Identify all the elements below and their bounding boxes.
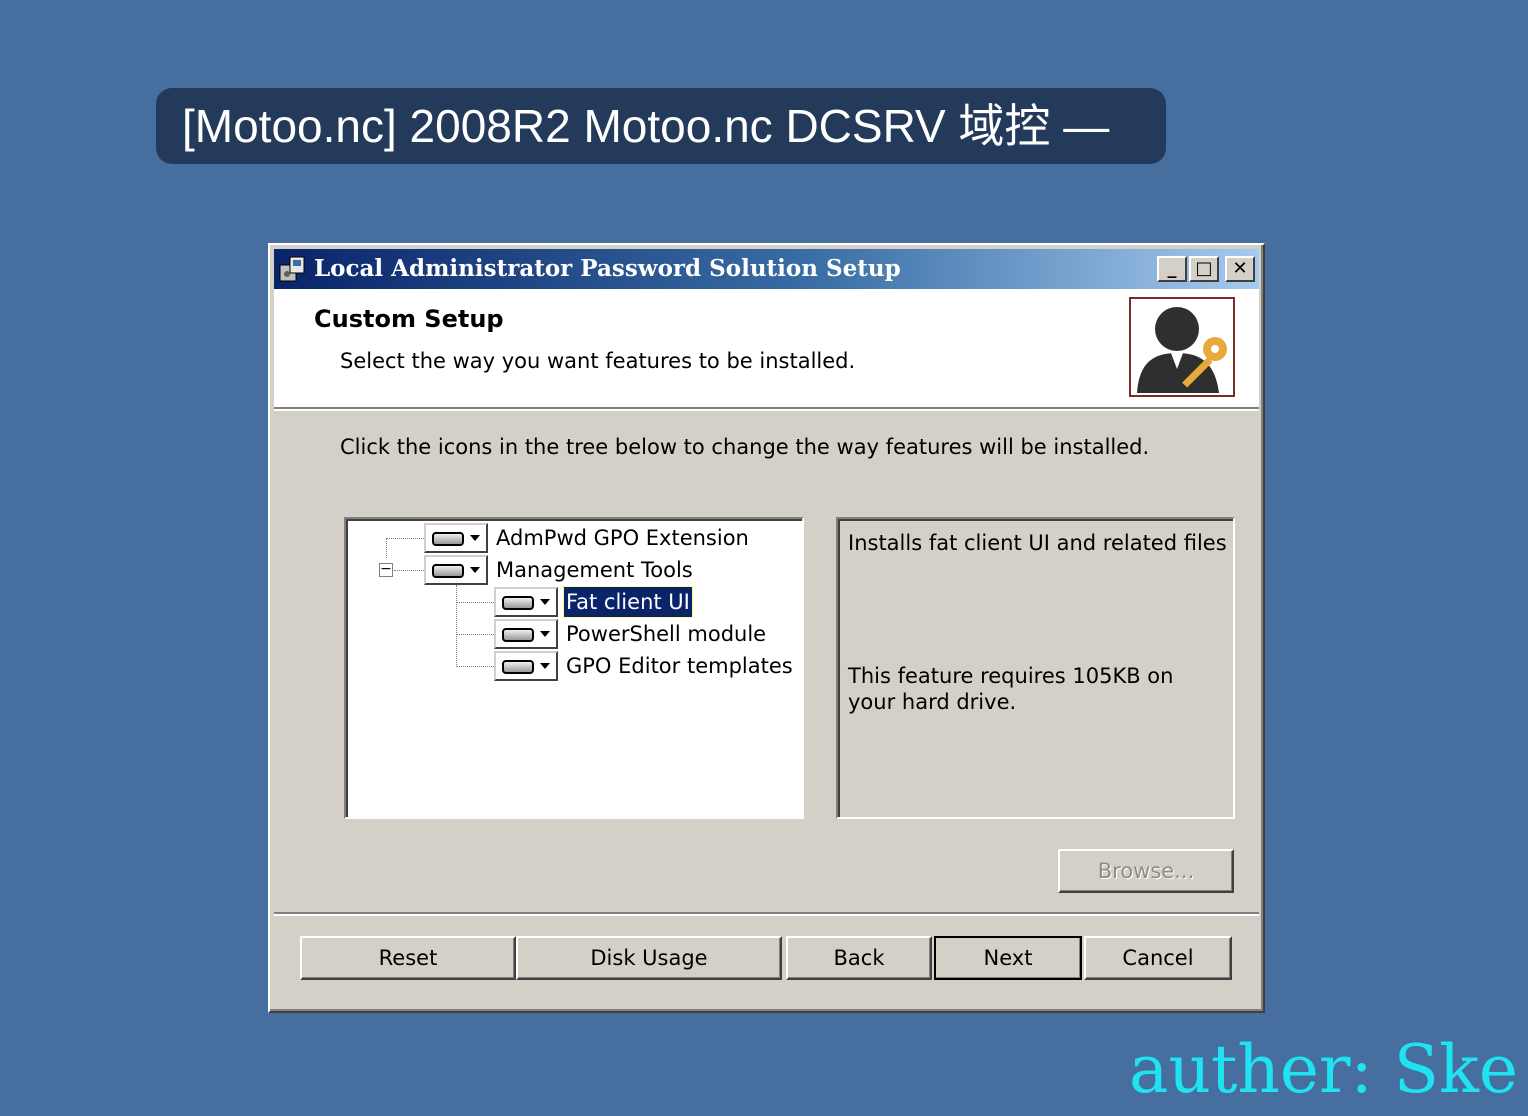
- minimize-button[interactable]: _: [1157, 256, 1187, 282]
- tree-item-admpwd-gpo-extension[interactable]: AdmPwd GPO Extension: [496, 523, 749, 553]
- hard-drive-icon: [502, 596, 534, 610]
- header-separator: [274, 407, 1259, 411]
- browse-button[interactable]: Browse...: [1058, 849, 1234, 893]
- tree-item-powershell-module[interactable]: PowerShell module: [566, 619, 766, 649]
- hard-drive-icon: [502, 628, 534, 642]
- window-title: Local Administrator Password Solution Se…: [314, 255, 901, 282]
- back-button[interactable]: Back: [786, 936, 932, 980]
- tree-connector: [456, 666, 494, 667]
- feature-description-panel: Installs fat client UI and related files…: [836, 517, 1235, 819]
- author-watermark: auther: Ske: [1129, 1031, 1518, 1108]
- close-button[interactable]: ✕: [1225, 256, 1255, 282]
- dropdown-arrow-icon: [470, 535, 480, 541]
- tree-connector: [394, 570, 424, 571]
- next-button[interactable]: Next: [934, 936, 1082, 980]
- feature-size-note: This feature requires 105KB on your hard…: [848, 664, 1174, 714]
- page-subtitle: Select the way you want features to be i…: [340, 349, 856, 373]
- tree-connector: [386, 538, 424, 539]
- tree-connector: [456, 634, 494, 635]
- collapse-expander[interactable]: −: [379, 562, 393, 577]
- dropdown-arrow-icon: [540, 599, 550, 605]
- window-title-banner: [Motoo.nc] 2008R2 Motoo.nc DCSRV 域控 —: [156, 88, 1166, 164]
- hard-drive-icon: [432, 564, 464, 578]
- feature-state-dropdown[interactable]: [494, 651, 558, 681]
- dropdown-arrow-icon: [540, 631, 550, 637]
- reset-button[interactable]: Reset: [300, 936, 516, 980]
- dropdown-arrow-icon: [470, 567, 480, 573]
- disk-usage-button[interactable]: Disk Usage: [516, 936, 782, 980]
- tree-item-fat-client-ui[interactable]: Fat client UI: [563, 586, 693, 618]
- footer-separator: [274, 912, 1259, 916]
- dropdown-arrow-icon: [540, 663, 550, 669]
- hard-drive-icon: [432, 532, 464, 546]
- feature-state-dropdown[interactable]: [494, 619, 558, 649]
- cancel-button[interactable]: Cancel: [1084, 936, 1232, 980]
- title-bar[interactable]: Local Administrator Password Solution Se…: [274, 249, 1259, 289]
- tree-connector: [456, 585, 457, 667]
- admin-key-icon: [1129, 297, 1235, 397]
- feature-state-dropdown[interactable]: [494, 587, 558, 617]
- instruction-text: Click the icons in the tree below to cha…: [340, 435, 1150, 459]
- feature-state-dropdown[interactable]: [424, 523, 488, 553]
- feature-description: Installs fat client UI and related files: [848, 531, 1227, 555]
- feature-tree[interactable]: − AdmPwd GPO Extension Management Tools …: [344, 517, 804, 819]
- feature-state-dropdown[interactable]: [424, 555, 488, 585]
- maximize-button[interactable]: □: [1189, 256, 1219, 282]
- setup-dialog: Local Administrator Password Solution Se…: [268, 243, 1265, 1013]
- hard-drive-icon: [502, 660, 534, 674]
- tree-item-gpo-editor-templates[interactable]: GPO Editor templates: [566, 651, 793, 681]
- header-panel: Custom Setup Select the way you want fea…: [274, 289, 1259, 407]
- installer-icon: [278, 255, 308, 285]
- tree-item-management-tools[interactable]: Management Tools: [496, 555, 693, 585]
- page-title: Custom Setup: [314, 305, 504, 333]
- tree-connector: [456, 602, 494, 603]
- tree-connector: [386, 538, 387, 558]
